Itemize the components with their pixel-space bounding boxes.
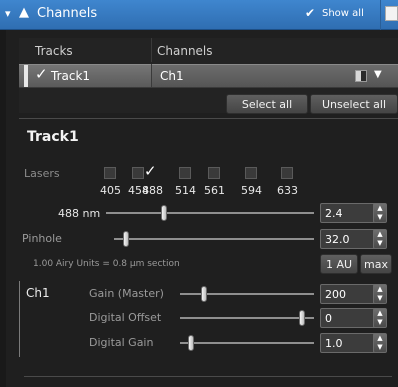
digital-gain-slider-thumb[interactable]	[188, 335, 194, 351]
laser-594-checkbox[interactable]	[245, 167, 257, 179]
digital-gain-stepper[interactable]: ▲ ▼	[373, 333, 387, 353]
pinhole-label: Pinhole	[22, 232, 62, 245]
chevron-down-icon[interactable]: ▼	[374, 69, 382, 80]
checkmark-icon: ✔	[305, 6, 316, 20]
unselect-all-button[interactable]: Unselect all	[310, 94, 398, 114]
gain-master-stepper[interactable]: ▲ ▼	[373, 284, 387, 304]
digital-offset-label: Digital Offset	[89, 311, 162, 324]
column-header-channels: Channels	[157, 44, 213, 58]
laser-power-track[interactable]	[106, 212, 314, 214]
digital-gain-track[interactable]	[180, 342, 314, 344]
left-edge-bar	[0, 30, 6, 387]
show-all-label: Show all	[322, 8, 364, 19]
channel-name: Ch1	[160, 69, 184, 83]
laser-wavelength: 561	[204, 184, 225, 197]
digital-gain-value: 1.0	[325, 337, 343, 350]
laser-514-checkbox[interactable]	[179, 167, 191, 179]
one-au-button[interactable]: 1 AU	[320, 254, 358, 274]
gain-master-slider-thumb[interactable]	[201, 286, 207, 302]
collapse-arrow-icon[interactable]: ▾	[5, 7, 11, 20]
column-divider	[151, 38, 152, 62]
column-header-tracks: Tracks	[35, 44, 73, 58]
laser-633-checkbox[interactable]	[281, 167, 293, 179]
track-enabled-checkbox[interactable]: ✓	[35, 65, 48, 83]
laser-458-checkbox[interactable]	[132, 167, 144, 179]
laser-561-checkbox[interactable]	[208, 167, 220, 179]
digital-offset-track[interactable]	[180, 317, 314, 319]
laser-power-label: 488 nm	[58, 207, 101, 220]
track-name: Track1	[51, 69, 91, 83]
channel-label: Ch1	[26, 286, 50, 300]
pinhole-slider-thumb[interactable]	[123, 231, 129, 247]
select-all-button[interactable]: Select all	[226, 94, 308, 114]
laser-power-stepper[interactable]: ▲ ▼	[373, 203, 387, 223]
laser-wavelength: 488	[142, 184, 163, 197]
laser-wavelength: 514	[175, 184, 196, 197]
gain-master-label: Gain (Master)	[89, 287, 164, 300]
laser-wavelength: 594	[241, 184, 262, 197]
digital-offset-stepper[interactable]: ▲ ▼	[373, 308, 387, 328]
laser-power-slider-thumb[interactable]	[161, 205, 167, 221]
laser-488-checkbox[interactable]: ✓	[144, 162, 157, 180]
pinhole-track[interactable]	[114, 238, 314, 240]
lasers-label: Lasers	[24, 167, 60, 180]
bottom-divider	[24, 376, 392, 377]
document-icon[interactable]	[385, 6, 398, 21]
digital-offset-slider-thumb[interactable]	[299, 310, 305, 326]
track-settings-title: Track1	[27, 129, 79, 145]
airy-units-info: 1.00 Airy Units = 0.8 µm section	[33, 259, 180, 269]
laser-wavelength: 633	[277, 184, 298, 197]
channel-group-line	[19, 281, 20, 357]
header-divider	[380, 0, 381, 30]
panel-title: Channels	[37, 6, 98, 21]
channels-icon: ▲	[19, 5, 29, 20]
row-selection-marker	[24, 65, 28, 87]
pinhole-stepper[interactable]: ▲ ▼	[373, 229, 387, 249]
section-divider	[19, 118, 398, 119]
max-button[interactable]: max	[360, 254, 392, 274]
pinhole-value: 32.0	[325, 233, 350, 246]
gain-master-value: 200	[325, 288, 346, 301]
digital-gain-label: Digital Gain	[89, 336, 154, 349]
laser-power-value: 2.4	[325, 207, 343, 220]
laser-405-checkbox[interactable]	[104, 167, 116, 179]
channel-color-swatch[interactable]	[355, 70, 367, 82]
laser-wavelength: 405	[100, 184, 121, 197]
digital-offset-value: 0	[325, 312, 332, 325]
